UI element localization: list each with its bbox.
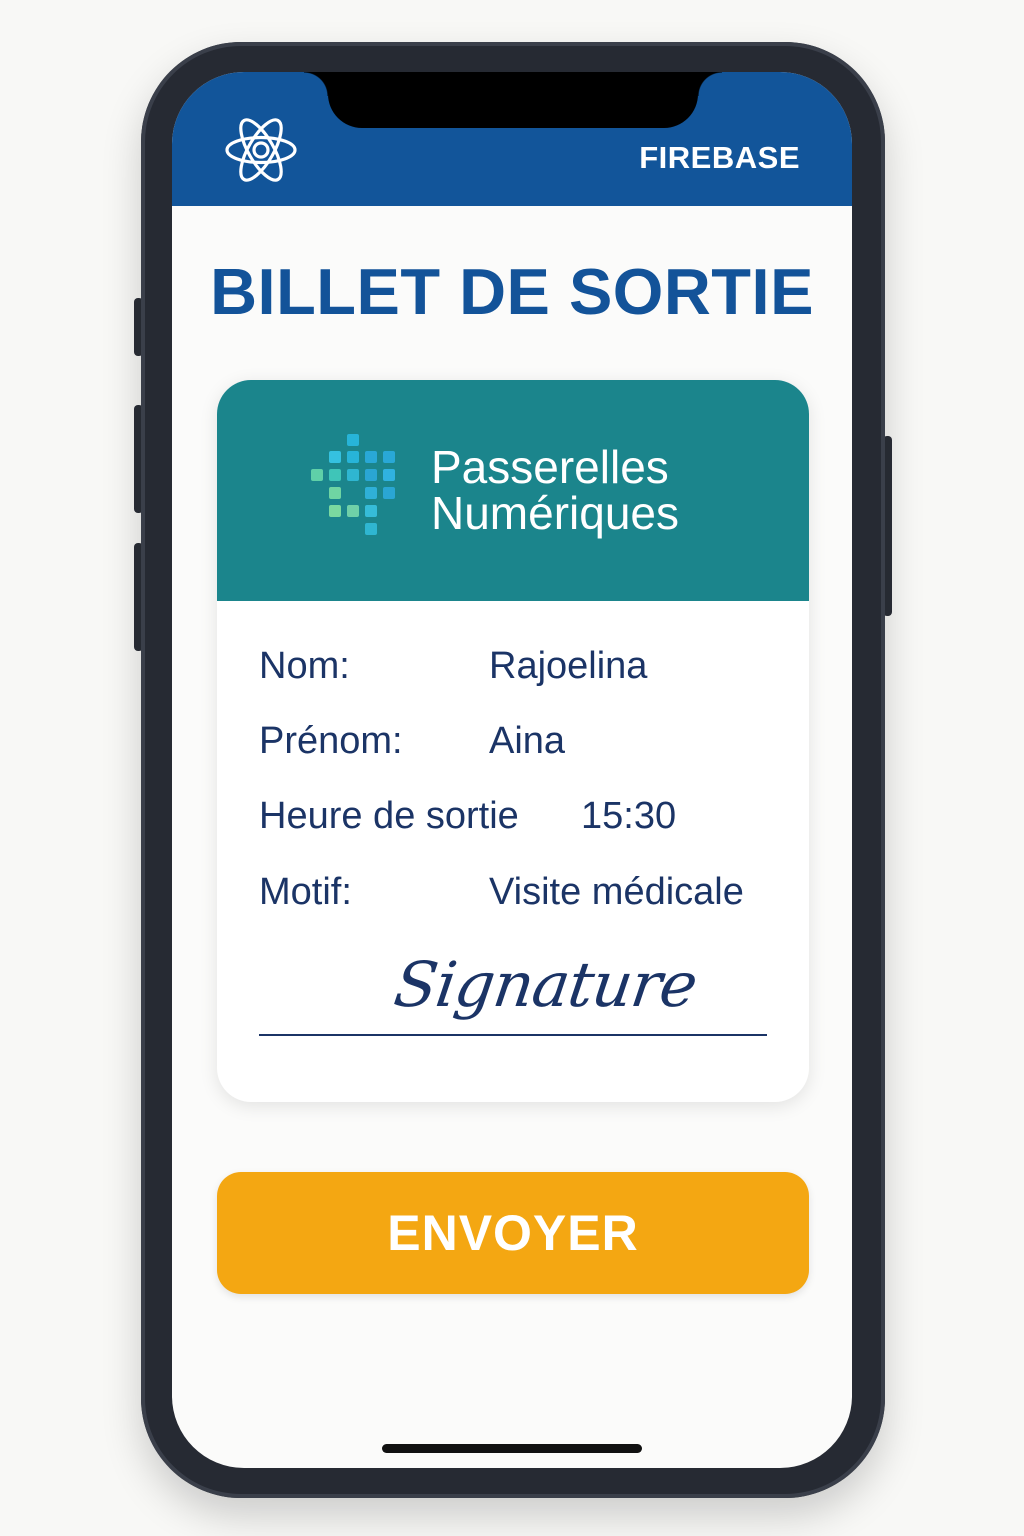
home-indicator[interactable] [382, 1444, 642, 1453]
page: FIREBASE BILLET DE SORTIE Passerelles Nu… [0, 0, 1024, 1536]
field-value-prenom: Aina [489, 720, 566, 762]
card-banner: Passerelles Numériques [217, 380, 809, 601]
logo-wordmark: Passerelles Numériques [431, 444, 679, 536]
field-label-prenom: Prénom: [259, 720, 403, 762]
field-value-nom: Rajoelina [489, 645, 648, 687]
field-row-nom: Nom: Rajoelina [259, 642, 779, 690]
field-row-prenom: Prénom: Aina [259, 717, 779, 765]
header-brand-label: FIREBASE [639, 140, 800, 175]
passerelles-logo-icon [311, 434, 395, 535]
phone-notch [304, 72, 722, 128]
signature: Signature [389, 948, 702, 1021]
field-label-motif: Motif: [259, 871, 352, 913]
send-button[interactable]: ENVOYER [217, 1172, 809, 1294]
signature-line [259, 1034, 767, 1036]
field-row-motif: Motif: Visite médicale [259, 868, 779, 916]
logo-line-1: Passerelles [431, 441, 669, 493]
field-value-motif: Visite médicale [489, 871, 744, 913]
field-label-nom: Nom: [259, 645, 350, 687]
page-title: BILLET DE SORTIE [210, 255, 814, 328]
phone-screen: FIREBASE BILLET DE SORTIE Passerelles Nu… [172, 72, 852, 1468]
react-atom-icon[interactable] [224, 116, 298, 184]
field-value-heure-de-sortie: 15:30 [581, 795, 677, 837]
logo-line-2: Numériques [431, 487, 679, 539]
field-label-heure-de-sortie: Heure de sortie [259, 795, 519, 837]
exit-pass-card: Passerelles Numériques Nom: Rajoelina Pr… [217, 380, 809, 1102]
field-row-heure-de-sortie: Heure de sortie 15:30 [259, 792, 779, 840]
